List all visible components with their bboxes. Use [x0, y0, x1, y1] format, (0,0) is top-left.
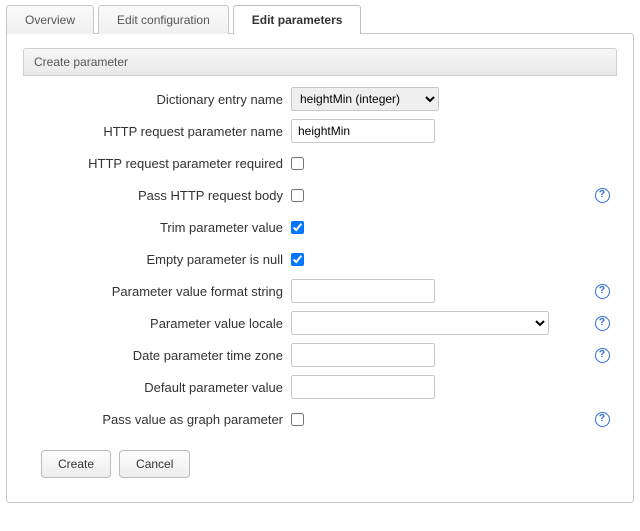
tab-body-edit-parameters: Create parameter Dictionary entry name h… — [6, 33, 634, 503]
default-label: Default parameter value — [23, 380, 291, 395]
format-input[interactable] — [291, 279, 435, 303]
create-parameter-form: Dictionary entry name heightMin (integer… — [23, 86, 617, 478]
http-param-required-checkbox[interactable] — [291, 157, 304, 170]
default-input[interactable] — [291, 375, 435, 399]
empty-null-label: Empty parameter is null — [23, 252, 291, 267]
timezone-label: Date parameter time zone — [23, 348, 291, 363]
cancel-button[interactable]: Cancel — [119, 450, 190, 478]
trim-checkbox[interactable] — [291, 221, 304, 234]
empty-null-checkbox[interactable] — [291, 253, 304, 266]
locale-label: Parameter value locale — [23, 316, 291, 331]
tab-edit-parameters[interactable]: Edit parameters — [233, 5, 362, 34]
pass-body-checkbox[interactable] — [291, 189, 304, 202]
help-icon[interactable]: ? — [595, 412, 610, 427]
locale-select[interactable] — [291, 311, 549, 335]
format-label: Parameter value format string — [23, 284, 291, 299]
pass-graph-checkbox[interactable] — [291, 413, 304, 426]
panel-title: Create parameter — [23, 48, 617, 76]
http-param-required-label: HTTP request parameter required — [23, 156, 291, 171]
http-param-name-label: HTTP request parameter name — [23, 124, 291, 139]
dictionary-entry-label: Dictionary entry name — [23, 92, 291, 107]
create-button[interactable]: Create — [41, 450, 111, 478]
timezone-input[interactable] — [291, 343, 435, 367]
help-icon[interactable]: ? — [595, 284, 610, 299]
pass-body-label: Pass HTTP request body — [23, 188, 291, 203]
help-icon[interactable]: ? — [595, 348, 610, 363]
tab-overview[interactable]: Overview — [6, 5, 94, 34]
help-icon[interactable]: ? — [595, 316, 610, 331]
http-param-name-input[interactable] — [291, 119, 435, 143]
pass-graph-label: Pass value as graph parameter — [23, 412, 291, 427]
trim-label: Trim parameter value — [23, 220, 291, 235]
help-icon[interactable]: ? — [595, 188, 610, 203]
dictionary-entry-select[interactable]: heightMin (integer) — [291, 87, 439, 111]
tab-edit-configuration[interactable]: Edit configuration — [98, 5, 229, 34]
